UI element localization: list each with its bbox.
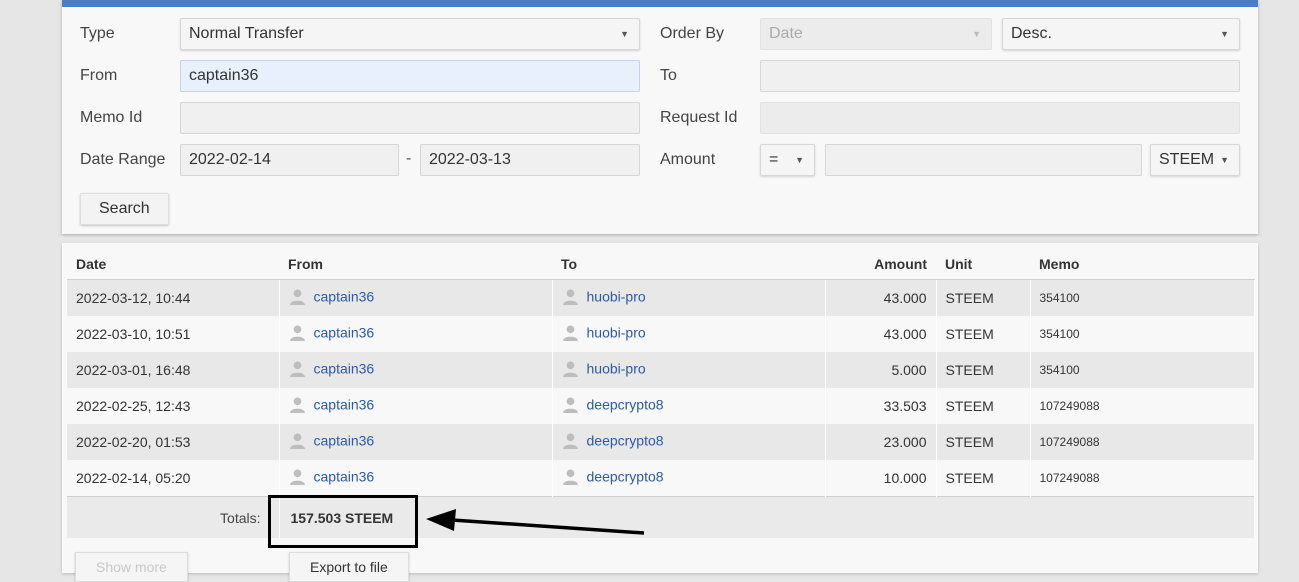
arrow-left-icon: [426, 509, 645, 535]
